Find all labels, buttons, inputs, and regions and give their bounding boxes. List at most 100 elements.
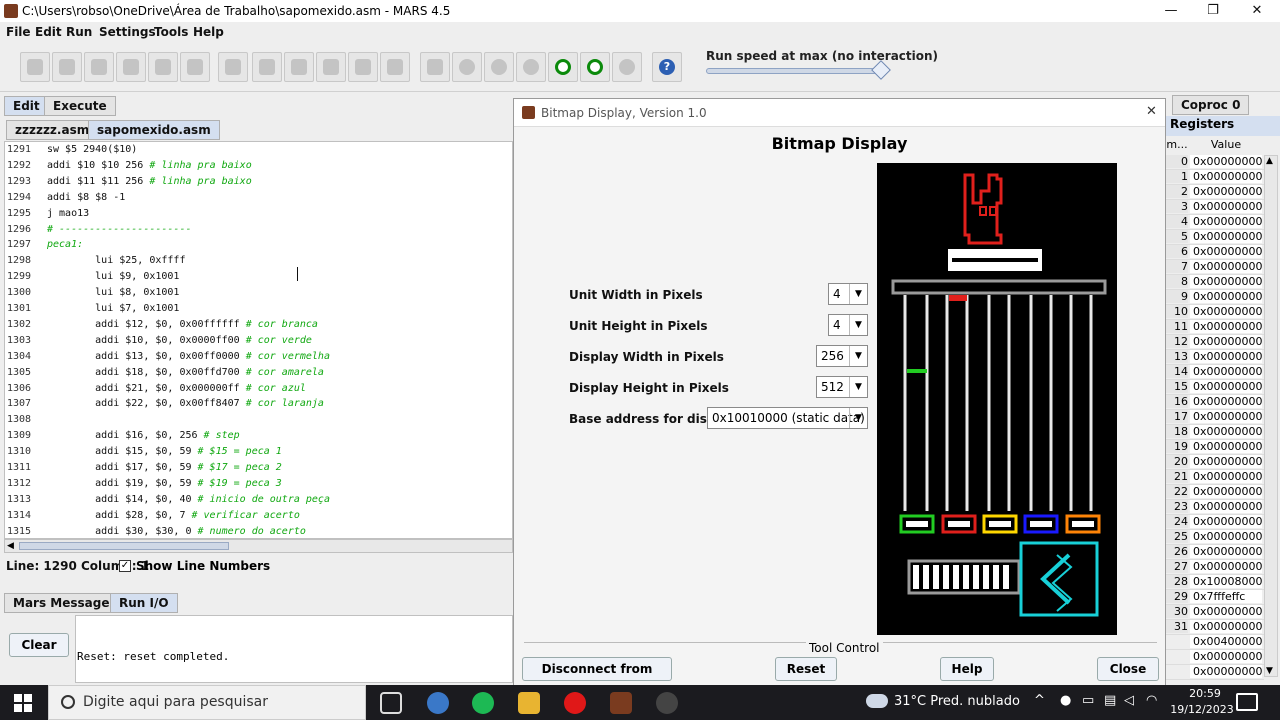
unit-width-select[interactable]: 4 ▼ bbox=[828, 283, 868, 305]
code-line[interactable]: lui $7, 0x1001 bbox=[47, 303, 179, 314]
clock-date[interactable]: 19/12/2023 bbox=[1170, 703, 1234, 716]
clear-button[interactable]: Clear bbox=[9, 633, 69, 657]
tab-file-sapomexido[interactable]: sapomexido.asm bbox=[88, 120, 220, 140]
help-tool-button[interactable]: Help bbox=[940, 657, 994, 681]
display-height-select[interactable]: 512 ▼ bbox=[816, 376, 868, 398]
register-row[interactable]: 15 0x00000000 bbox=[1166, 380, 1264, 395]
save-as-button[interactable] bbox=[116, 52, 146, 82]
scroll-left-icon[interactable]: ◀ bbox=[7, 541, 14, 551]
register-row[interactable]: 17 0x00000000 bbox=[1166, 410, 1264, 425]
code-line[interactable]: addi $18, $0, 0x00ffd700 # cor amarela bbox=[47, 367, 324, 378]
code-line[interactable]: lui $25, 0xffff bbox=[47, 255, 185, 266]
run-speed-slider-thumb[interactable] bbox=[871, 60, 891, 80]
register-row[interactable]: 7 0x00000000 bbox=[1166, 260, 1264, 275]
step-button[interactable] bbox=[484, 52, 514, 82]
editor-horizontal-scrollbar[interactable]: ◀ bbox=[4, 539, 513, 553]
code-line[interactable]: sw $5 2940($10) bbox=[47, 144, 137, 155]
code-line[interactable]: j mao13 bbox=[47, 208, 89, 219]
network-icon[interactable]: ▤ bbox=[1104, 693, 1116, 708]
close-tool-button[interactable]: Close bbox=[1097, 657, 1159, 681]
code-line[interactable]: addi $10, $0, 0x0000ff00 # cor verde bbox=[47, 335, 312, 346]
paint-app-icon[interactable] bbox=[427, 692, 449, 714]
disconnect-button[interactable]: Disconnect from MIPS bbox=[522, 657, 672, 698]
redo-button[interactable] bbox=[252, 52, 282, 82]
register-row[interactable]: 5 0x00000000 bbox=[1166, 230, 1264, 245]
register-row[interactable]: 11 0x00000000 bbox=[1166, 320, 1264, 335]
code-line[interactable]: addi $12, $0, 0x00ffffff # cor branca bbox=[47, 319, 318, 330]
register-row[interactable]: 4 0x00000000 bbox=[1166, 215, 1264, 230]
volume-icon[interactable]: ◁ bbox=[1124, 693, 1134, 708]
spotify-icon[interactable] bbox=[472, 692, 494, 714]
code-line[interactable]: addi $8 $8 -1 bbox=[47, 192, 125, 203]
tab-run-io[interactable]: Run I/O bbox=[110, 593, 178, 613]
code-editor[interactable]: 1291 sw $5 2940($10) 1292 addi $10 $10 256 … bbox=[4, 141, 513, 539]
tab-registers[interactable]: Registers bbox=[1166, 116, 1280, 136]
code-line[interactable]: addi $13, $0, 0x00ff0000 # cor vermelha bbox=[47, 351, 330, 362]
menu-tools[interactable]: Tools bbox=[154, 25, 188, 39]
code-line[interactable]: lui $8, 0x1001 bbox=[47, 287, 179, 298]
run-button[interactable] bbox=[452, 52, 482, 82]
code-line[interactable]: addi $11 $11 256 # linha pra baixo bbox=[47, 176, 252, 187]
wifi-icon[interactable]: ◠ bbox=[1146, 693, 1157, 708]
code-line[interactable]: addi $15, $0, 59 # $15 = peca 1 bbox=[47, 446, 282, 457]
scrollbar-thumb[interactable] bbox=[19, 542, 229, 550]
register-row[interactable]: 1 0x00000000 bbox=[1166, 170, 1264, 185]
reset-button[interactable] bbox=[612, 52, 642, 82]
register-row[interactable]: 6 0x00000000 bbox=[1166, 245, 1264, 260]
register-row[interactable]: 0x00000000 bbox=[1166, 665, 1264, 680]
register-row[interactable]: 22 0x00000000 bbox=[1166, 485, 1264, 500]
register-row[interactable]: 2 0x00000000 bbox=[1166, 185, 1264, 200]
backstep-button[interactable] bbox=[516, 52, 546, 82]
code-line[interactable]: addi $21, $0, 0x000000ff # cor azul bbox=[47, 383, 306, 394]
microphone-icon[interactable]: ● bbox=[1060, 693, 1071, 708]
close-icon[interactable]: ✕ bbox=[1146, 104, 1157, 119]
code-line[interactable]: addi $28, $0, 7 # verificar acerto bbox=[47, 510, 300, 521]
register-row[interactable]: 19 0x00000000 bbox=[1166, 440, 1264, 455]
cut-button[interactable] bbox=[284, 52, 314, 82]
menu-settings[interactable]: Settings bbox=[99, 25, 156, 39]
task-view-icon[interactable] bbox=[380, 692, 402, 714]
base-address-select[interactable]: 0x10010000 (static data) ▼ bbox=[707, 407, 868, 429]
tab-edit[interactable]: Edit bbox=[4, 96, 49, 116]
code-line[interactable]: addi $14, $0, 40 # inicio de outra peça bbox=[47, 494, 330, 505]
new-file-button[interactable] bbox=[20, 52, 50, 82]
taskbar-search-input[interactable]: Digite aqui para pesquisar bbox=[48, 685, 366, 720]
register-row[interactable]: 10 0x00000000 bbox=[1166, 305, 1264, 320]
copy-button[interactable] bbox=[316, 52, 346, 82]
close-window-button[interactable]: ✕ bbox=[1242, 2, 1272, 20]
print-button[interactable] bbox=[180, 52, 210, 82]
register-row[interactable]: 26 0x00000000 bbox=[1166, 545, 1264, 560]
registers-scrollbar[interactable]: ▲ ▼ bbox=[1264, 155, 1278, 677]
menu-file[interactable]: File bbox=[6, 25, 31, 39]
register-row[interactable]: 8 0x00000000 bbox=[1166, 275, 1264, 290]
code-line[interactable]: peca1: bbox=[47, 239, 83, 250]
opera-icon[interactable] bbox=[564, 692, 586, 714]
register-row[interactable]: 30 0x00000000 bbox=[1166, 605, 1264, 620]
clock-time[interactable]: 20:59 bbox=[1182, 687, 1228, 700]
stop-button[interactable] bbox=[580, 52, 610, 82]
show-line-numbers-checkbox[interactable]: ✓ bbox=[119, 560, 131, 572]
register-row[interactable]: 23 0x00000000 bbox=[1166, 500, 1264, 515]
register-row[interactable]: 0 0x00000000 bbox=[1166, 155, 1264, 170]
assemble-button[interactable] bbox=[420, 52, 450, 82]
register-row[interactable]: 25 0x00000000 bbox=[1166, 530, 1264, 545]
register-row[interactable]: 29 0x7fffeffc bbox=[1166, 590, 1264, 605]
register-row[interactable]: 20 0x00000000 bbox=[1166, 455, 1264, 470]
scroll-up-icon[interactable]: ▲ bbox=[1266, 156, 1273, 166]
code-line[interactable]: addi $17, $0, 59 # $17 = peca 2 bbox=[47, 462, 282, 473]
paste-button[interactable] bbox=[348, 52, 378, 82]
chevron-up-icon[interactable]: ^ bbox=[1034, 693, 1045, 708]
battery-icon[interactable]: ▭ bbox=[1082, 693, 1094, 708]
register-row[interactable]: 0x00000000 bbox=[1166, 650, 1264, 665]
maximize-button[interactable]: ❐ bbox=[1198, 2, 1228, 20]
weather-text[interactable]: 31°C Pred. nublado bbox=[894, 694, 1020, 709]
menu-edit[interactable]: Edit bbox=[35, 25, 62, 39]
display-width-select[interactable]: 256 ▼ bbox=[816, 345, 868, 367]
code-line[interactable]: lui $9, 0x1001 bbox=[47, 271, 179, 282]
register-row[interactable]: 12 0x00000000 bbox=[1166, 335, 1264, 350]
register-row[interactable]: 31 0x00000000 bbox=[1166, 620, 1264, 635]
unit-height-select[interactable]: 4 ▼ bbox=[828, 314, 868, 336]
windows-start-icon[interactable] bbox=[14, 694, 32, 712]
register-row[interactable]: 24 0x00000000 bbox=[1166, 515, 1264, 530]
undo-button[interactable] bbox=[218, 52, 248, 82]
